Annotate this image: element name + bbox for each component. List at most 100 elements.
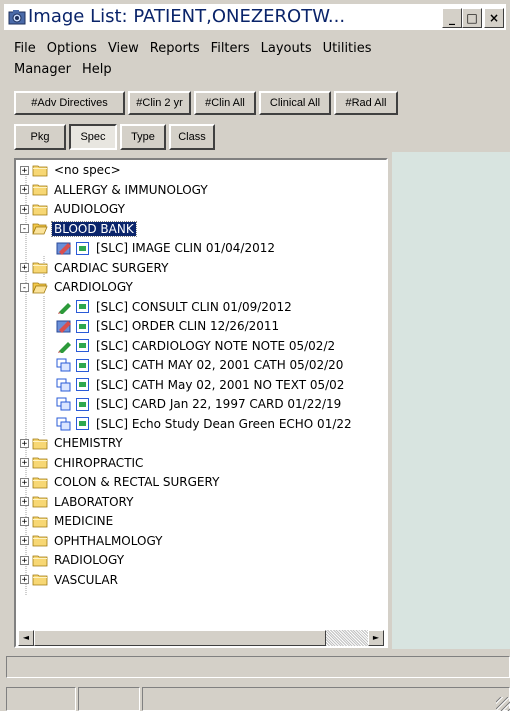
tree-folder-item[interactable]: + MEDICINE [20, 511, 115, 531]
expand-toggle-icon[interactable]: + [20, 536, 29, 546]
tree-item-label: CARDIOLOGY [54, 280, 133, 294]
tree-folder-item[interactable]: + CARDIAC SURGERY [20, 258, 170, 278]
expand-toggle-icon[interactable]: + [20, 516, 29, 526]
tree-item-label: [SLC] CARD Jan 22, 1997 CARD 01/22/19 [96, 397, 342, 411]
status-bar [6, 656, 510, 678]
tree-item-label: [SLC] CATH MAY 02, 2001 CATH 05/02/20 [96, 358, 344, 372]
folder-icon [32, 496, 48, 508]
tree-folder-item[interactable]: + RADIOLOGY [20, 550, 126, 570]
copy-icon [56, 397, 71, 411]
tree-folder-item[interactable]: + ALLERGY & IMMUNOLOGY [20, 180, 210, 200]
folder-icon [32, 535, 48, 547]
status-panel-2 [78, 687, 140, 711]
edit-check-icon [56, 242, 71, 255]
menu-reports[interactable]: Reports [150, 38, 200, 59]
scroll-thumb[interactable] [34, 630, 326, 646]
copy-icon [56, 358, 71, 372]
expand-toggle-icon[interactable]: + [20, 497, 29, 507]
expand-toggle-icon[interactable]: + [20, 477, 29, 487]
resize-grip-icon[interactable] [496, 697, 510, 711]
copy-icon [56, 378, 71, 391]
menu-help[interactable]: Help [82, 59, 112, 80]
collapse-toggle-icon[interactable]: - [20, 224, 29, 234]
tree-folder-item[interactable]: - CARDIOLOGY [20, 277, 135, 297]
tree-image-item[interactable]: [SLC] CATH May 02, 2001 NO TEXT 05/02 [56, 375, 346, 395]
tree-item-label: LABORATORY [54, 494, 134, 509]
tree-image-item[interactable]: [SLC] CATH MAY 02, 2001 CATH 05/02/20 [56, 355, 345, 375]
tree-folder-item[interactable]: + LABORATORY [20, 492, 135, 512]
tree-item-label: CHIROPRACTIC [54, 455, 144, 470]
tree-item-label: [SLC] CARDIOLOGY NOTE NOTE 05/02/2 [96, 338, 336, 353]
tree-item-label: [SLC] ORDER CLIN 12/26/2011 [96, 319, 280, 333]
folder-icon [32, 457, 48, 469]
group-type-button[interactable]: Type [120, 124, 166, 150]
tree-item-label: [SLC] CONSULT CLIN 01/09/2012 [96, 299, 292, 314]
tree-folder-item[interactable]: + VASCULAR [20, 570, 120, 590]
filter-rad-all-button[interactable]: #Rad All [334, 91, 398, 115]
maximize-button[interactable]: □ [462, 8, 482, 28]
menu-options[interactable]: Options [47, 38, 97, 59]
expand-toggle-icon[interactable]: + [20, 458, 29, 468]
horizontal-scrollbar[interactable]: ◄ ► [18, 630, 384, 646]
folder-icon [32, 477, 48, 488]
expand-toggle-icon[interactable]: + [20, 438, 29, 448]
tree-folder-item[interactable]: + OPHTHALMOLOGY [20, 531, 165, 551]
image-document-icon [76, 358, 89, 372]
pencil-icon [58, 341, 71, 353]
tree-image-item[interactable]: [SLC] ORDER CLIN 12/26/2011 [56, 316, 281, 336]
camera-app-icon [8, 10, 26, 25]
tree-folder-item[interactable]: + CHEMISTRY [20, 433, 125, 453]
expand-toggle-icon[interactable]: + [20, 185, 29, 195]
scroll-left-button[interactable]: ◄ [18, 630, 34, 646]
image-document-icon [76, 378, 89, 391]
group-pkg-button[interactable]: Pkg [14, 124, 66, 150]
tree-folder-item[interactable]: + <no spec> [20, 160, 123, 180]
menu-file[interactable]: File [14, 38, 36, 59]
expand-toggle-icon[interactable]: + [20, 555, 29, 565]
expand-toggle-icon[interactable]: + [20, 575, 29, 585]
collapse-toggle-icon[interactable]: - [20, 282, 29, 292]
scroll-right-button[interactable]: ► [368, 630, 384, 646]
menu-layouts[interactable]: Layouts [261, 38, 312, 59]
menu-manager[interactable]: Manager [14, 59, 71, 80]
tree-image-item[interactable]: [SLC] CONSULT CLIN 01/09/2012 [56, 297, 294, 317]
menu-filters[interactable]: Filters [211, 38, 250, 59]
tree-image-item[interactable]: [SLC] CARDIOLOGY NOTE NOTE 05/02/2 [56, 336, 337, 356]
filter-adv-directives-button[interactable]: #Adv Directives [14, 91, 125, 115]
folder-icon [32, 262, 48, 274]
scroll-track[interactable] [326, 630, 368, 646]
tree-item-label: OPHTHALMOLOGY [54, 533, 163, 548]
pencil-icon [58, 302, 71, 314]
title-bar[interactable]: Image List: PATIENT,ONEZEROTW... _ □ × [4, 4, 506, 30]
tree-item-label: ALLERGY & IMMUNOLOGY [54, 182, 208, 197]
tree-image-item[interactable]: [SLC] CARD Jan 22, 1997 CARD 01/22/19 [56, 394, 343, 414]
filter-clin-2yr-button[interactable]: #Clin 2 yr [128, 91, 191, 115]
image-document-icon [76, 417, 89, 430]
tree-folder-item[interactable]: + AUDIOLOGY [20, 199, 127, 219]
group-spec-button[interactable]: Spec [69, 124, 117, 150]
folder-icon [32, 438, 48, 449]
folder-icon [32, 184, 48, 196]
tree-folder-item[interactable]: + CHIROPRACTIC [20, 453, 145, 473]
tree-folder-item[interactable]: + COLON & RECTAL SURGERY [20, 472, 221, 492]
tree-item-label: BLOOD BANK [51, 220, 137, 237]
folder-icon [32, 204, 48, 215]
minimize-button[interactable]: _ [442, 8, 462, 28]
image-tree-view[interactable]: + <no spec> + ALLERGY & IMMUNOLOGY + AUDIOLOG… [14, 158, 388, 648]
tree-folder-item[interactable]: - BLOOD BANK [20, 219, 137, 239]
expand-toggle-icon[interactable]: + [20, 204, 29, 214]
filter-clin-all-button[interactable]: #Clin All [194, 91, 256, 115]
group-by-button-row: Pkg Spec Type Class [14, 124, 218, 150]
tree-item-label: CHEMISTRY [54, 436, 123, 450]
tree-image-item[interactable]: [SLC] Echo Study Dean Green ECHO 01/22 [56, 414, 354, 434]
filter-clinical-all-button[interactable]: Clinical All [259, 91, 331, 115]
menu-utilities[interactable]: Utilities [323, 38, 372, 59]
group-class-button[interactable]: Class [169, 124, 215, 150]
expand-toggle-icon[interactable]: + [20, 263, 29, 273]
menu-view[interactable]: View [108, 38, 139, 59]
image-document-icon [76, 300, 89, 313]
tree-item-label: MEDICINE [54, 514, 114, 528]
tree-image-item[interactable]: [SLC] IMAGE CLIN 01/04/2012 [56, 238, 277, 258]
close-button[interactable]: × [484, 8, 504, 28]
expand-toggle-icon[interactable]: + [20, 165, 29, 175]
